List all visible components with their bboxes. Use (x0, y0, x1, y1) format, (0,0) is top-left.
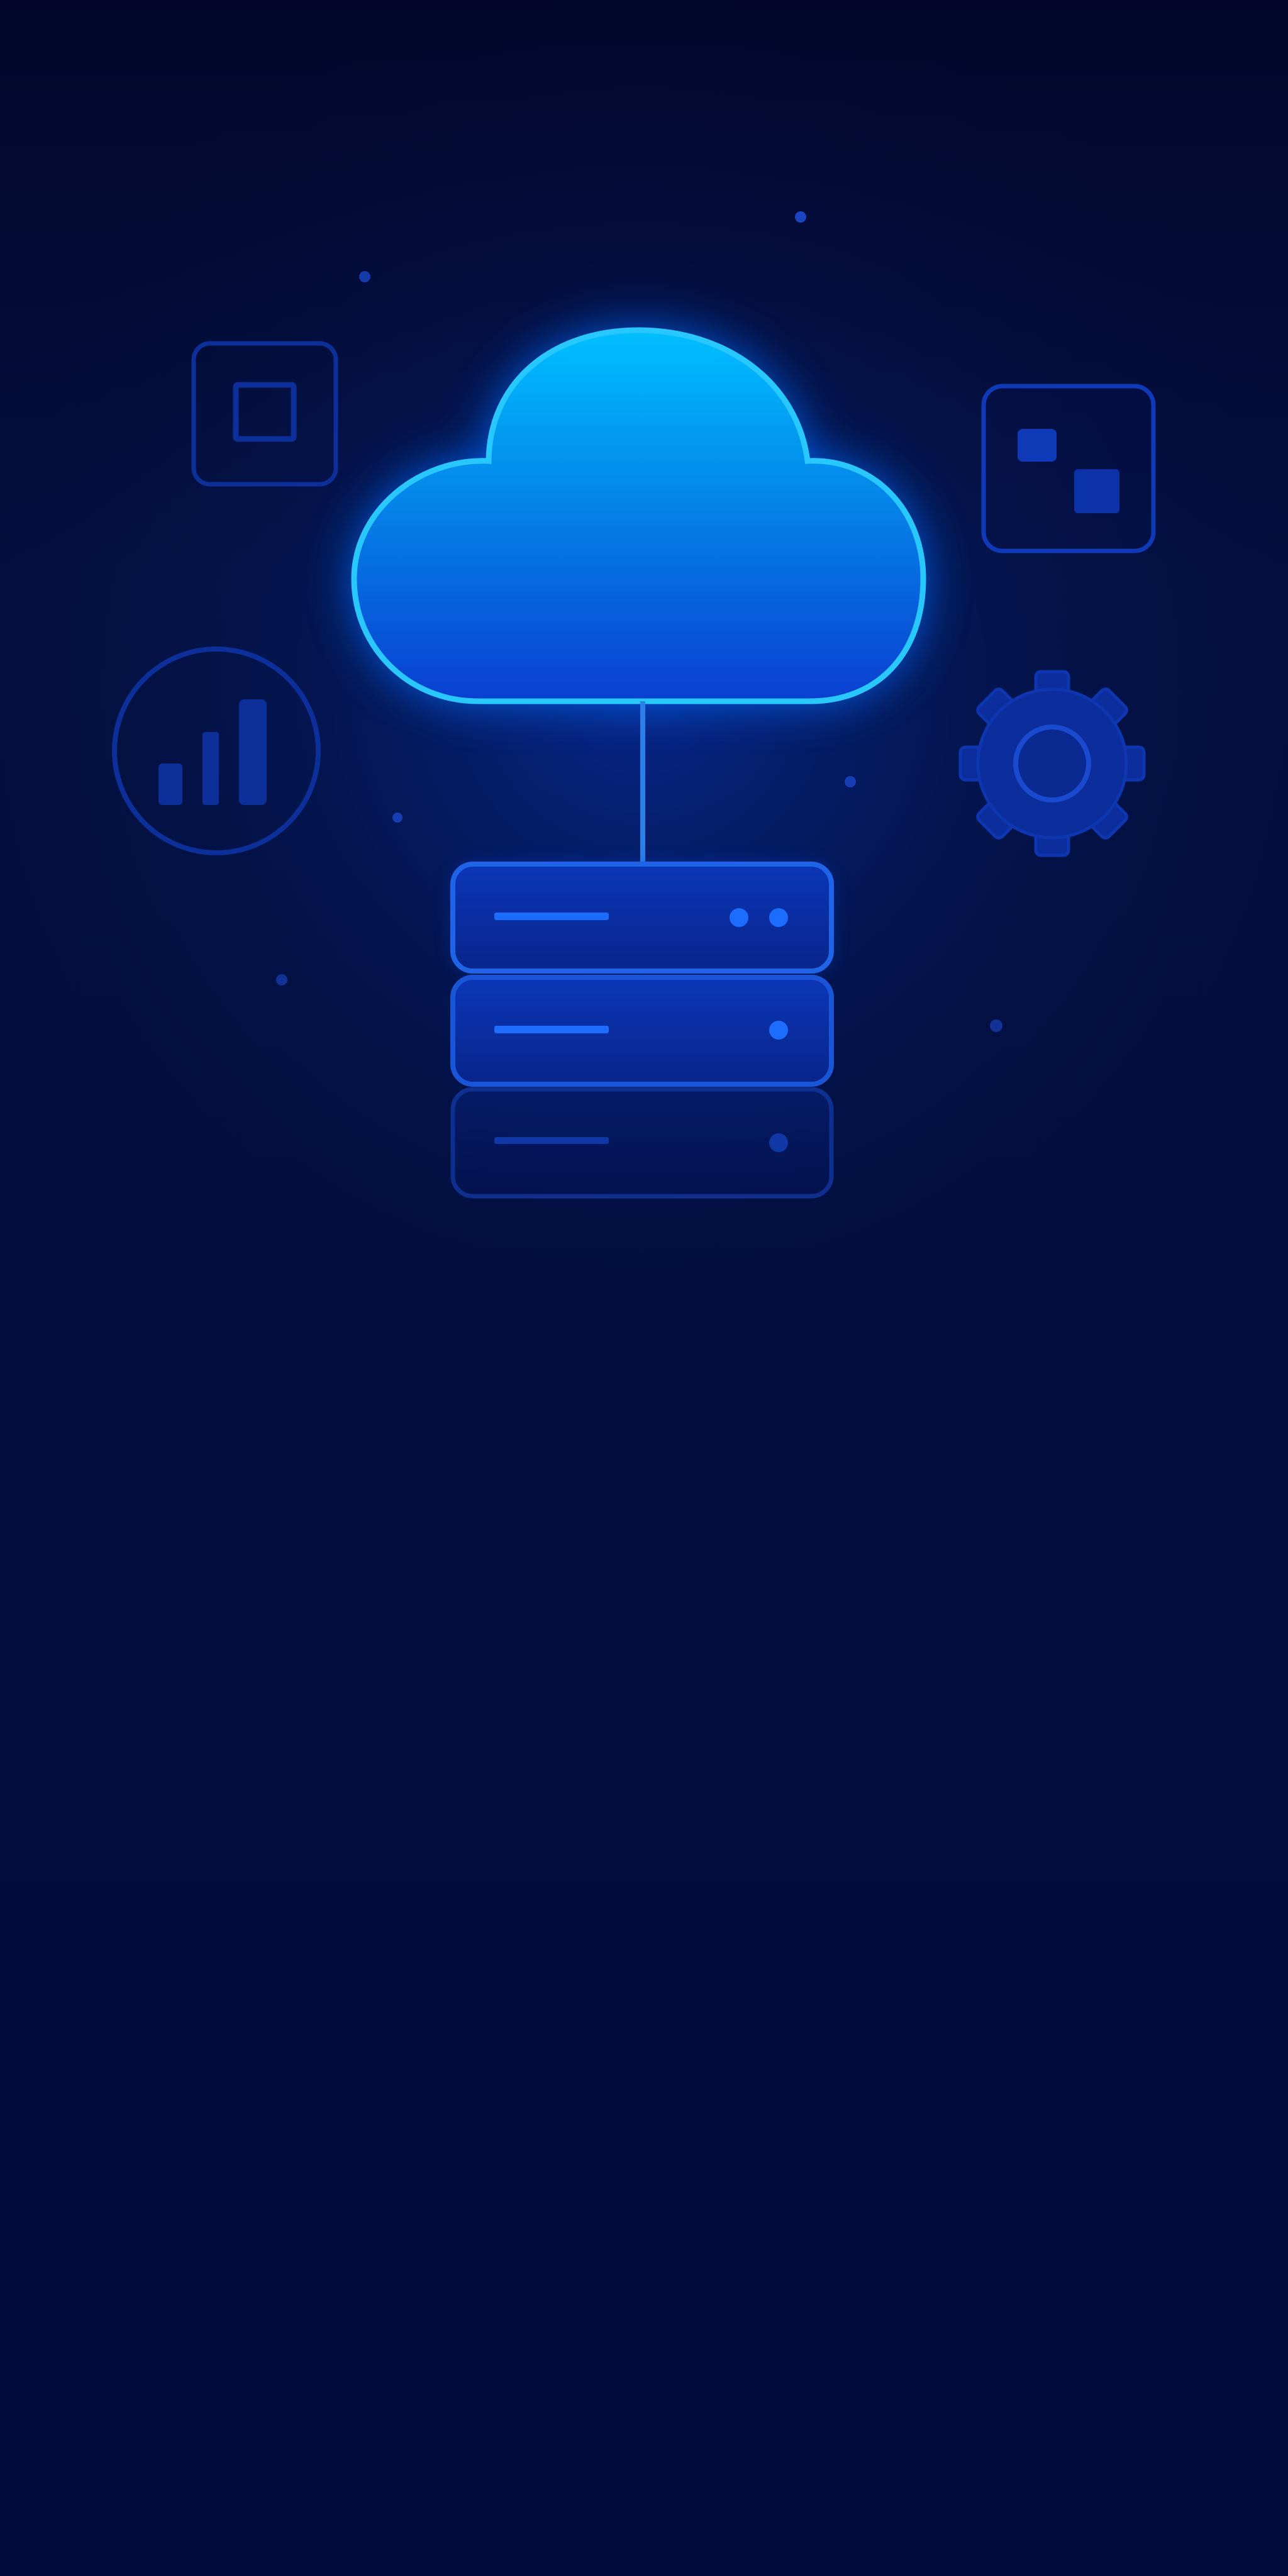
server-unit (450, 1087, 834, 1199)
server-indicator-light (769, 1133, 788, 1152)
server-slot (494, 1026, 609, 1033)
server-indicator-light (769, 908, 788, 927)
server-indicator-light (769, 1021, 788, 1040)
server-unit (450, 862, 834, 974)
particle (392, 813, 402, 823)
particle (359, 271, 370, 282)
server-slot (494, 913, 609, 920)
window-tiles-icon (981, 384, 1156, 553)
gear-icon (958, 670, 1146, 857)
server-unit (450, 975, 834, 1087)
cloud-computing-scene (0, 0, 1288, 2576)
particle (795, 211, 806, 223)
particle (845, 776, 856, 787)
hero-illustration (0, 0, 1288, 2576)
particle (276, 974, 287, 985)
particle (990, 1019, 1002, 1032)
server-icon (450, 862, 834, 1199)
server-slot (494, 1137, 609, 1144)
server-indicator-light (730, 908, 748, 927)
